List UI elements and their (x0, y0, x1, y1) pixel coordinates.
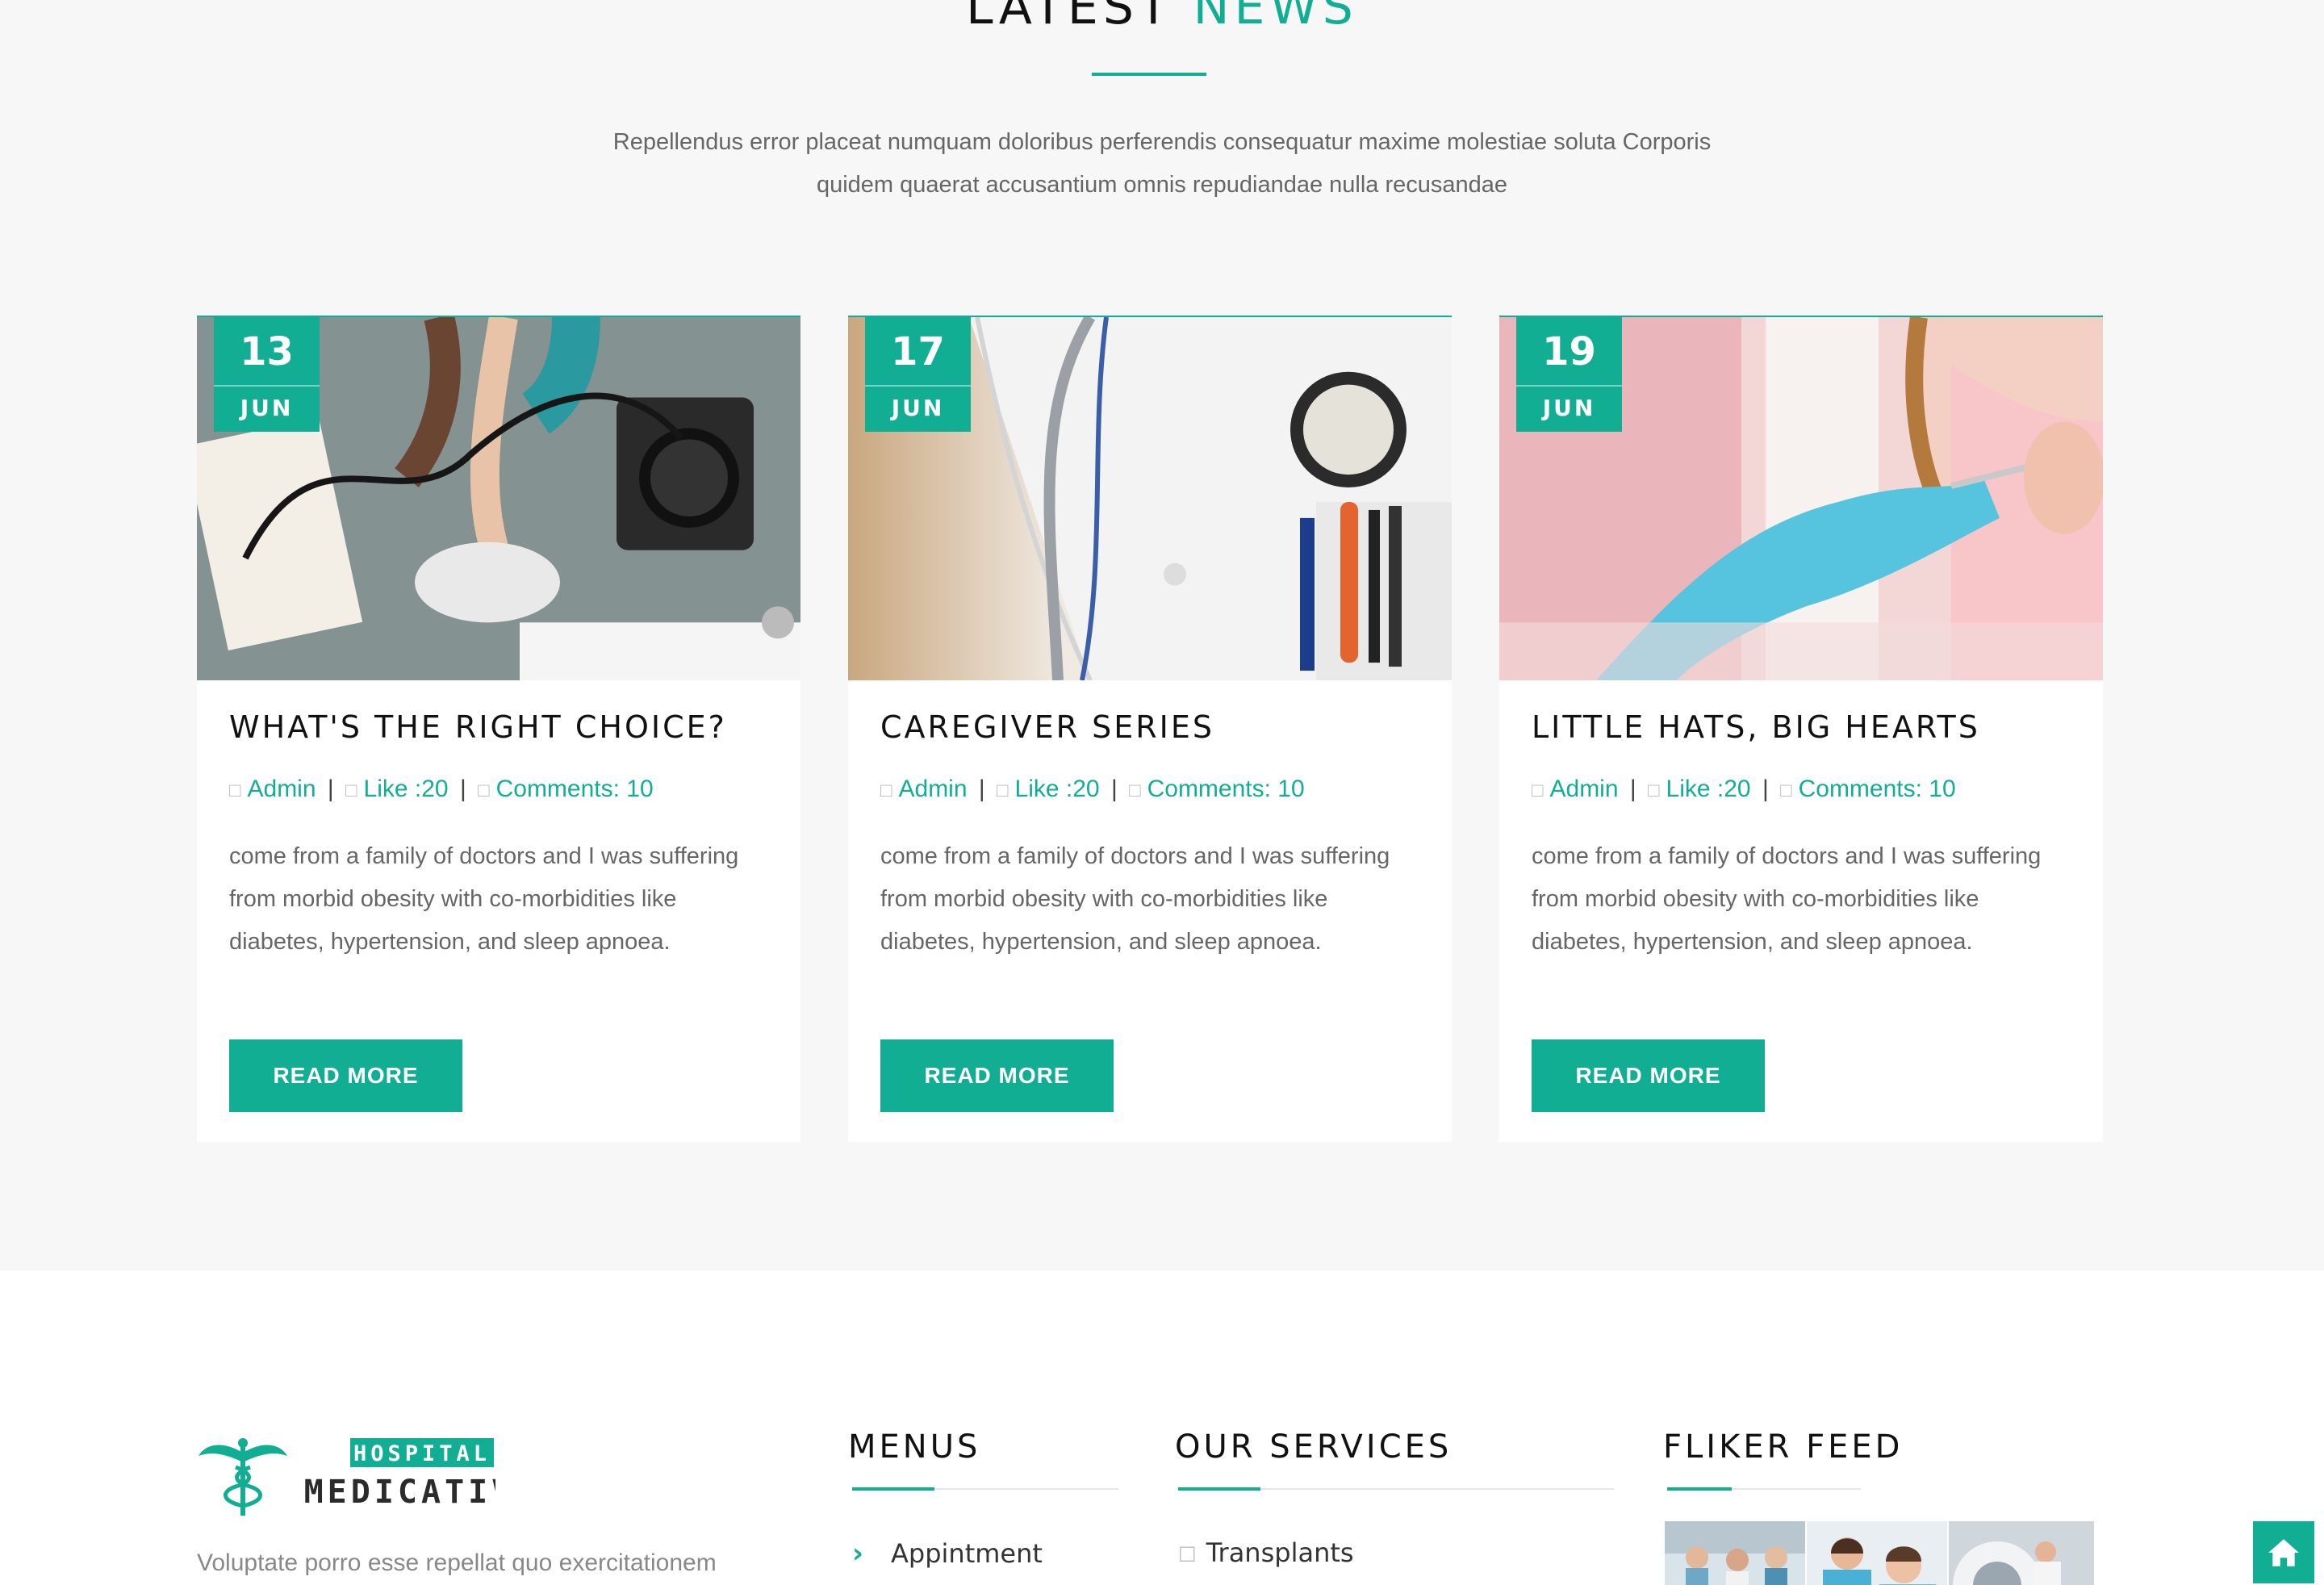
services-heading-underline (1178, 1487, 1260, 1491)
logo-text-hospital: HOSPITAL (353, 1441, 491, 1466)
logo-text-medicative: MEDICATIVE (304, 1474, 495, 1511)
latest-news-section: LATEST NEWS Repellendus error placeat nu… (0, 0, 2324, 1271)
author-link[interactable]: Admin (899, 776, 968, 802)
user-icon: □ (229, 780, 241, 801)
likes-link[interactable]: Like :20 (1015, 776, 1100, 802)
meta-separator: | (327, 776, 334, 802)
comments-link[interactable]: Comments: 10 (1799, 776, 1956, 802)
news-meta: □ Admin | □ Like :20 | □ Comments: 10 (1532, 776, 1956, 803)
meta-separator: | (1629, 776, 1636, 802)
date-month: JUN (240, 395, 294, 421)
flickr-heading: FLIKER FEED (1663, 1428, 1904, 1466)
author-link[interactable]: Admin (1550, 776, 1619, 802)
subtitle-line-1: Repellendus error placeat numquam dolori… (612, 129, 1712, 155)
news-card: 19 JUN LITTLE HATS, BIG HEARTS □ Admin | … (1499, 316, 2103, 1142)
subtitle-line-2: quidem quaerat accusantium omnis repudia… (816, 172, 1508, 198)
comments-link[interactable]: Comments: 10 (496, 776, 654, 802)
menu-item-appointment[interactable]: › Appintment (852, 1537, 1043, 1570)
date-badge: 17 JUN (865, 317, 971, 432)
service-item-label: Transplants (1206, 1537, 1354, 1568)
menus-heading-underline (852, 1487, 934, 1491)
flickr-thumbnail[interactable] (1665, 1521, 1805, 1585)
service-item-transplants[interactable]: □ Transplants (1178, 1537, 1354, 1568)
news-excerpt: come from a family of doctors and I was … (1532, 843, 2042, 955)
chevron-right-icon: › (852, 1537, 864, 1570)
read-more-button[interactable]: READ MORE (229, 1039, 462, 1112)
section-subtitle: Repellendus error placeat numquam dolori… (452, 121, 1872, 207)
comment-icon: □ (1129, 780, 1141, 801)
date-day: 13 (214, 317, 320, 387)
comment-icon: □ (1780, 780, 1792, 801)
news-excerpt: come from a family of doctors and I was … (229, 843, 739, 955)
news-card: 17 JUN CAREGIVER SERIES □ Admin | □ Like :… (848, 316, 1452, 1142)
heart-icon: □ (1648, 780, 1660, 801)
read-more-button[interactable]: READ MORE (880, 1039, 1114, 1112)
news-title[interactable]: LITTLE HATS, BIG HEARTS (1532, 709, 1980, 745)
meta-separator: | (459, 776, 466, 802)
services-heading: OUR SERVICES (1175, 1428, 1452, 1466)
date-month: JUN (1542, 395, 1596, 421)
date-badge: 13 JUN (214, 317, 320, 432)
date-day: 19 (1516, 317, 1622, 387)
user-icon: □ (880, 780, 892, 801)
section-title-plain: LATEST (966, 0, 1173, 36)
scroll-top-home-button[interactable] (2251, 1520, 2316, 1585)
news-card: 13 JUN WHAT'S THE RIGHT CHOICE? □ Admin |… (197, 316, 800, 1142)
news-title[interactable]: WHAT'S THE RIGHT CHOICE? (229, 709, 727, 745)
heart-icon: □ (997, 780, 1009, 801)
menus-heading: MENUS (848, 1428, 981, 1466)
home-icon (2268, 1538, 2299, 1566)
date-badge: 19 JUN (1516, 317, 1622, 432)
heart-icon: □ (345, 780, 357, 801)
date-month: JUN (891, 395, 945, 421)
footer-description: Voluptate porro esse repellat quo exerci… (197, 1549, 717, 1576)
medical-team-thumbnail (1665, 1521, 1805, 1585)
date-day: 17 (865, 317, 971, 387)
meta-separator: | (978, 776, 985, 802)
news-meta: □ Admin | □ Like :20 | □ Comments: 10 (229, 776, 654, 803)
site-logo[interactable]: HOSPITAL MEDICATIVE (197, 1437, 534, 1517)
user-icon: □ (1532, 780, 1544, 801)
author-link[interactable]: Admin (248, 776, 316, 802)
section-title-accent: NEWS (1193, 0, 1358, 36)
flickr-thumbnail[interactable] (1949, 1521, 2094, 1585)
meta-separator: | (1110, 776, 1118, 802)
news-excerpt: come from a family of doctors and I was … (880, 843, 1390, 955)
caduceus-logo-icon: HOSPITAL MEDICATIVE (199, 1438, 534, 1516)
news-title[interactable]: CAREGIVER SERIES (880, 709, 1214, 745)
likes-link[interactable]: Like :20 (1666, 776, 1751, 802)
dentist-thumbnail (1807, 1521, 1947, 1585)
likes-link[interactable]: Like :20 (364, 776, 449, 802)
site-footer: HOSPITAL MEDICATIVE Voluptate porro esse… (0, 1271, 2324, 1585)
scanner-thumbnail (1949, 1521, 2094, 1585)
flickr-heading-underline (1667, 1487, 1732, 1491)
comments-link[interactable]: Comments: 10 (1147, 776, 1305, 802)
flickr-thumbnail[interactable] (1807, 1521, 1947, 1585)
section-title: LATEST NEWS (0, 0, 2324, 36)
title-underline (1092, 73, 1206, 76)
checkbox-icon: □ (1178, 1541, 1197, 1564)
read-more-button[interactable]: READ MORE (1532, 1039, 1765, 1112)
news-meta: □ Admin | □ Like :20 | □ Comments: 10 (880, 776, 1305, 803)
meta-separator: | (1762, 776, 1769, 802)
menu-item-label: Appintment (891, 1538, 1043, 1569)
comment-icon: □ (478, 780, 490, 801)
